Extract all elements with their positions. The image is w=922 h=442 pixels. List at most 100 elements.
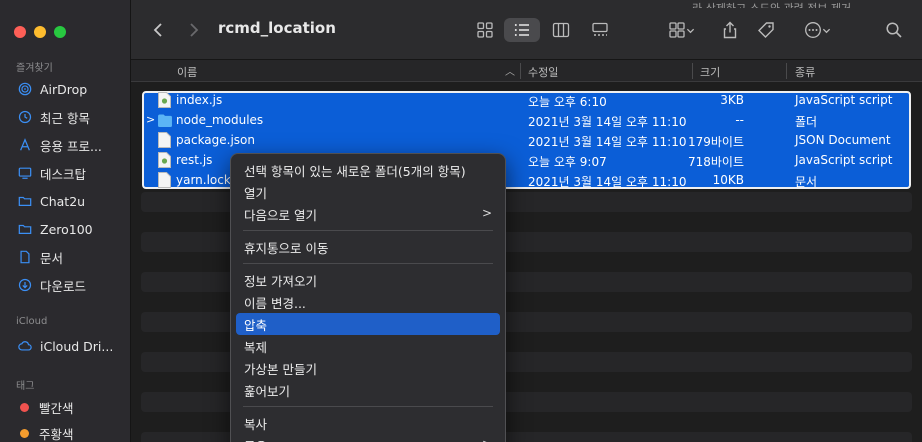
desktop-icon xyxy=(18,166,32,180)
orange-tag-icon xyxy=(20,428,29,438)
menu-item-label: 가상본 만들기 xyxy=(244,361,317,377)
chevron-right-icon xyxy=(190,23,199,37)
sidebar-item-label: 응용 프로... xyxy=(40,138,102,154)
back-button[interactable] xyxy=(147,18,171,42)
menu-item-share[interactable]: 공유 > xyxy=(236,434,500,442)
menu-item-label: 정보 가져오기 xyxy=(244,273,317,289)
document-file-icon xyxy=(158,172,171,188)
document-file-icon xyxy=(158,132,171,148)
icon-view-button[interactable] xyxy=(471,18,499,42)
close-window-button[interactable] xyxy=(14,26,26,38)
menu-item-make-alias[interactable]: 가상본 만들기 xyxy=(236,357,500,379)
forward-button[interactable] xyxy=(181,18,205,42)
tag-icon xyxy=(758,22,774,38)
zoom-window-button[interactable] xyxy=(54,26,66,38)
menu-item-duplicate[interactable]: 복제 xyxy=(236,335,500,357)
download-icon xyxy=(18,278,32,292)
group-by-button[interactable] xyxy=(661,18,701,42)
file-name: node_modules xyxy=(176,113,264,127)
file-size: 3KB xyxy=(720,93,744,107)
submenu-chevron-icon: > xyxy=(482,437,492,442)
file-name: package.json xyxy=(176,133,256,147)
toolbar: 라 삭제하고 소드와 관련 정보 제거 rcmd_location xyxy=(131,0,922,60)
file-date: 2021년 3월 14일 오후 11:10 xyxy=(528,135,687,149)
gallery-view-button[interactable] xyxy=(586,18,614,42)
file-date: 오늘 오후 6:10 xyxy=(528,95,607,109)
file-name: rest.js xyxy=(176,153,213,167)
window-title: rcmd_location xyxy=(218,19,336,37)
column-divider[interactable] xyxy=(692,63,693,79)
sidebar-item-label: 데스크탑 xyxy=(40,166,87,182)
sidebar-item-downloads[interactable]: 다운로드 xyxy=(18,274,86,296)
menu-item-open[interactable]: 열기 xyxy=(236,181,500,203)
sidebar-item-label: Zero100 xyxy=(40,221,93,237)
column-view-button[interactable] xyxy=(547,18,575,42)
submenu-chevron-icon: > xyxy=(481,206,492,220)
tags-section-label: 태그 xyxy=(16,381,35,392)
icloud-section-label: iCloud xyxy=(16,316,48,327)
table-row[interactable]: package.json 2021년 3월 14일 오후 11:10 179바이… xyxy=(144,130,909,150)
sidebar-item-tag-orange[interactable]: 주황색 xyxy=(18,422,74,442)
sidebar-item-icloud-drive[interactable]: iCloud Dri... xyxy=(18,335,113,357)
column-header-size[interactable]: 크기 xyxy=(700,64,720,80)
menu-item-quick-look[interactable]: 훑어보기 xyxy=(236,379,500,401)
menu-item-label: 공유 xyxy=(244,436,267,442)
column-header-name[interactable]: 이름 xyxy=(177,64,197,80)
menu-item-copy[interactable]: 복사 xyxy=(236,412,500,434)
sidebar-item-desktop[interactable]: 데스크탑 xyxy=(18,162,86,184)
file-size: 718바이트 xyxy=(687,155,744,169)
sidebar-item-label: AirDrop xyxy=(40,81,88,97)
column-header-date[interactable]: 수정일 xyxy=(528,64,558,80)
share-button[interactable] xyxy=(717,18,743,42)
sidebar-item-label: Chat2u xyxy=(40,193,86,209)
ellipsis-circle-icon xyxy=(804,22,821,38)
sidebar-item-documents[interactable]: 문서 xyxy=(18,246,63,268)
favorites-section-label: 즐겨찾기 xyxy=(16,63,53,74)
menu-item-label: 이름 변경... xyxy=(244,295,306,311)
menu-item-get-info[interactable]: 정보 가져오기 xyxy=(236,269,500,291)
sidebar-item-tag-red[interactable]: 빨간색 xyxy=(18,396,74,418)
sort-chevron-up-icon: ︿ xyxy=(505,67,515,78)
file-name: index.js xyxy=(176,93,223,107)
sidebar-item-label: 최근 항목 xyxy=(40,110,90,126)
js-file-icon xyxy=(158,152,171,168)
file-date: 2021년 3월 14일 오후 11:10 xyxy=(528,115,687,129)
file-date: 2021년 3월 14일 오후 11:10 xyxy=(528,175,687,189)
column-divider[interactable] xyxy=(520,63,521,79)
folder-icon xyxy=(158,114,172,127)
disclosure-chevron-icon[interactable]: > xyxy=(146,113,155,126)
file-date: 오늘 오후 9:07 xyxy=(528,155,607,169)
grid-icon xyxy=(477,22,493,38)
airdrop-icon xyxy=(18,82,32,96)
file-kind: JavaScript script xyxy=(795,153,893,167)
menu-item-move-to-trash[interactable]: 휴지통으로 이동 xyxy=(236,236,500,258)
sidebar-item-zero100[interactable]: Zero100 xyxy=(18,218,93,240)
sidebar-item-airdrop[interactable]: AirDrop xyxy=(18,78,87,100)
minimize-window-button[interactable] xyxy=(34,26,46,38)
tag-button[interactable] xyxy=(753,18,779,42)
file-kind: 문서 xyxy=(795,175,818,189)
menu-item-rename[interactable]: 이름 변경... xyxy=(236,291,500,313)
share-icon xyxy=(723,21,737,39)
list-view-button[interactable] xyxy=(504,18,540,42)
sidebar-item-label: iCloud Dri... xyxy=(40,338,114,354)
search-button[interactable] xyxy=(881,18,907,42)
background-window-text: 라 삭제하고 소드와 관련 정보 제거 xyxy=(692,0,922,8)
sidebar-item-applications[interactable]: 응용 프로... xyxy=(18,134,102,156)
menu-item-compress[interactable]: 압축 xyxy=(236,313,500,335)
menu-item-label: 휴지통으로 이동 xyxy=(244,240,329,256)
table-row[interactable]: index.js 오늘 오후 6:10 3KB JavaScript scrip… xyxy=(144,90,909,110)
menu-item-label: 복제 xyxy=(244,339,268,355)
sidebar: 즐겨찾기 AirDrop 최근 항목 응용 프로... 데스크탑 Chat2u … xyxy=(0,0,131,442)
column-header-kind[interactable]: 종류 xyxy=(795,64,815,80)
table-row[interactable]: > node_modules 2021년 3월 14일 오후 11:10 -- … xyxy=(144,110,909,130)
context-menu: 선택 항목이 있는 새로운 폴더(5개의 항목) 열기 다음으로 열기 > 휴지통… xyxy=(230,153,506,442)
file-size: 179바이트 xyxy=(687,135,744,149)
menu-item-open-with[interactable]: 다음으로 열기 > xyxy=(236,203,500,225)
sidebar-item-chat2u[interactable]: Chat2u xyxy=(18,190,85,212)
column-divider[interactable] xyxy=(786,63,787,79)
menu-separator xyxy=(243,263,493,264)
sidebar-item-recents[interactable]: 최근 항목 xyxy=(18,106,90,128)
menu-item-new-folder-with-selection[interactable]: 선택 항목이 있는 새로운 폴더(5개의 항목) xyxy=(236,159,500,181)
more-actions-button[interactable] xyxy=(797,18,837,42)
